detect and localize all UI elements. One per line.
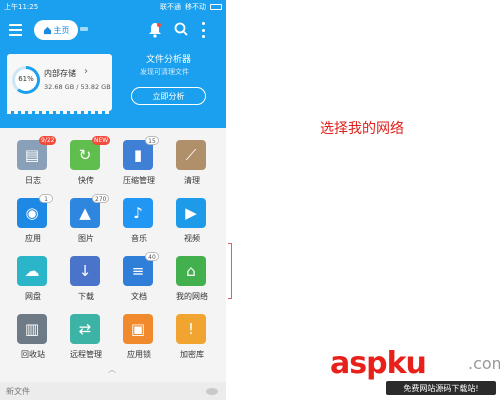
battery-icon <box>210 4 222 10</box>
grid-item-label: 我的网络 <box>176 292 208 301</box>
toolbar: 主页 <box>0 16 226 44</box>
cloud-icon: ☁ <box>17 256 47 286</box>
grid-item-5[interactable]: ▲ 270 图片 <box>61 186 111 244</box>
carrier-1: 联不通 <box>160 3 181 11</box>
eye-icon[interactable] <box>206 388 218 395</box>
count-badge: NEW <box>92 136 111 145</box>
carrier-2: 移不动 <box>185 3 206 11</box>
grid-item-6[interactable]: ♪ 音乐 <box>114 186 164 244</box>
grid-item-label: 视频 <box>184 234 200 243</box>
storage-size: 32.68 GB / 53.82 GB <box>44 83 111 91</box>
grid-item-11[interactable]: ⌂ 我的网络 <box>167 244 217 302</box>
grid-item-9[interactable]: ↓ 下载 <box>61 244 111 302</box>
grid-item-8[interactable]: ☁ 网盘 <box>8 244 58 302</box>
new-files-bar: 新文件 <box>0 382 226 400</box>
status-bar: 上午11:25 联不通 移不动 <box>4 1 222 13</box>
bell-icon[interactable] <box>148 22 162 38</box>
watermark-logo: aspku <box>330 346 427 381</box>
video-icon: ▶ <box>176 198 206 228</box>
music-icon: ♪ <box>123 198 153 228</box>
network-icon: ⌂ <box>176 256 206 286</box>
watermark-tagline: 免费网站源码下载站! <box>386 381 496 395</box>
grid-item-7[interactable]: ▶ 视频 <box>167 186 217 244</box>
storage-usage-ring: 61% <box>12 66 40 94</box>
grid-item-12[interactable]: ▥ 回收站 <box>8 302 58 360</box>
more-options-icon[interactable] <box>200 22 206 38</box>
internal-storage-card[interactable]: 61% 内部存储 › 32.68 GB / 53.82 GB <box>7 54 112 114</box>
file-analyzer-title: 文件分析器 <box>146 55 192 65</box>
grid-item-0[interactable]: ▤ 9/22 日志 <box>8 128 58 186</box>
grid-item-label: 清理 <box>184 176 200 185</box>
vault-icon: ! <box>176 314 206 344</box>
count-badge: 1 <box>39 194 53 203</box>
home-label: 主页 <box>53 25 70 35</box>
grid-item-3[interactable]: ⟋ 清理 <box>167 128 217 186</box>
screenshot: 上午11:25 联不通 移不动 主页 61% 内部存储 › 32.68 GB /… <box>0 0 500 400</box>
new-files-label: 新文件 <box>6 387 30 396</box>
file-analyzer-subtitle: 发现可清理文件 <box>140 68 189 76</box>
grid-item-14[interactable]: ▣ 应用锁 <box>114 302 164 360</box>
highlight-bracket <box>228 243 232 299</box>
tab-indicator <box>80 27 88 31</box>
annotation-text: 选择我的网络 <box>320 121 404 137</box>
watermark-domain: .com <box>468 354 500 373</box>
analyze-now-button[interactable]: 立即分析 <box>131 87 206 105</box>
header: 上午11:25 联不通 移不动 主页 61% 内部存储 › 32.68 GB /… <box>0 0 226 128</box>
chevron-up-icon[interactable]: ︿ <box>108 364 116 375</box>
grid-item-13[interactable]: ⇄ 远程管理 <box>61 302 111 360</box>
home-icon <box>43 26 51 34</box>
phone-screen: 上午11:25 联不通 移不动 主页 61% 内部存储 › 32.68 GB /… <box>0 0 226 400</box>
grid-item-10[interactable]: ≡ 40 文档 <box>114 244 164 302</box>
trash-icon: ▥ <box>17 314 47 344</box>
grid-item-4[interactable]: ◉ 1 应用 <box>8 186 58 244</box>
grid-item-label: 加密库 <box>180 350 204 359</box>
storage-title: 内部存储 <box>44 69 76 78</box>
download-icon: ↓ <box>70 256 100 286</box>
storage-percent: 61% <box>18 75 34 83</box>
home-tab[interactable]: 主页 <box>34 20 78 40</box>
remote-icon: ⇄ <box>70 314 100 344</box>
status-time: 上午11:25 <box>4 3 39 11</box>
lock-icon: ▣ <box>123 314 153 344</box>
status-right: 联不通 移不动 <box>160 2 222 12</box>
broom-icon: ⟋ <box>176 140 206 170</box>
chevron-right-icon: › <box>84 66 88 77</box>
menu-icon[interactable] <box>9 24 22 36</box>
search-icon[interactable] <box>174 22 188 36</box>
count-badge: 9/22 <box>39 136 57 145</box>
count-badge: 270 <box>92 194 110 203</box>
grid-item-15[interactable]: ! 加密库 <box>167 302 217 360</box>
count-badge: 15 <box>145 136 159 145</box>
count-badge: 40 <box>145 252 159 261</box>
grid-item-1[interactable]: ↻ NEW 快传 <box>61 128 111 186</box>
grid-item-2[interactable]: ▮ 15 压缩管理 <box>114 128 164 186</box>
